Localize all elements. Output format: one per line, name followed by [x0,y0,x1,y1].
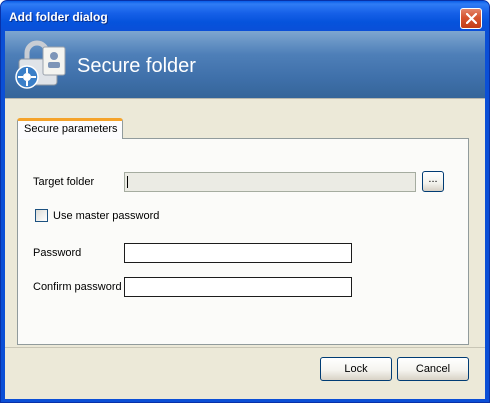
password-label: Password [33,247,82,259]
target-folder-field[interactable] [124,172,416,192]
secure-folder-lock-icon [13,39,69,94]
browse-button[interactable]: ... [422,171,444,192]
header-banner: Secure folder [5,31,485,99]
tab-panel [17,138,469,345]
text-caret [127,176,128,188]
dialog-window: Add folder dialog Secure folder Secure p… [0,0,490,403]
dialog-client-area: Secure folder Secure parameters Target f… [5,31,485,399]
lock-button[interactable]: Lock [320,357,392,381]
close-button[interactable] [460,8,482,29]
close-icon [466,13,477,24]
use-master-password-checkbox[interactable] [35,209,48,222]
password-field[interactable] [124,243,352,263]
confirm-password-field[interactable] [124,277,352,297]
title-bar[interactable]: Add folder dialog [1,1,489,31]
banner-title: Secure folder [77,55,196,77]
tab-secure-parameters[interactable]: Secure parameters [17,118,123,139]
target-folder-label: Target folder [33,176,95,188]
tab-label: Secure parameters [24,123,118,135]
footer-divider [5,347,485,348]
window-title: Add folder dialog [9,10,108,24]
use-master-password-label[interactable]: Use master password [53,210,159,222]
confirm-password-label: Confirm password [33,281,122,293]
cancel-button[interactable]: Cancel [397,357,469,381]
